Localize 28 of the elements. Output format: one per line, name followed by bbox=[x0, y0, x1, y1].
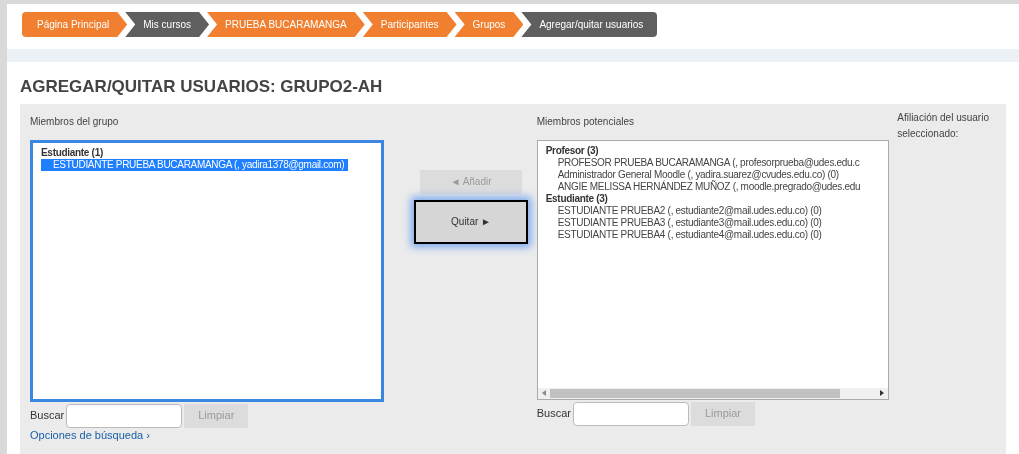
column-label: Miembros del grupo bbox=[30, 114, 120, 129]
list-option[interactable]: ESTUDIANTE PRUEBA4 (, estudiante4@mail.udes.edu.co) (0) bbox=[545, 228, 826, 241]
page-heading: AGREGAR/QUITAR USUARIOS: GRUPO2-AH bbox=[20, 76, 384, 98]
scroll-left-icon[interactable] bbox=[541, 390, 546, 396]
column-label: Miembros potenciales bbox=[536, 114, 635, 129]
scrollbar-thumb[interactable] bbox=[549, 388, 840, 398]
search-options-link[interactable]: Opciones de búsqueda › bbox=[30, 428, 150, 442]
member-list[interactable]: Estudiante (1) ESTUDIANTE PRUEBA BUCARAMANGA (, yadira1378@gmail.com) bbox=[30, 139, 384, 402]
search-label: Buscar bbox=[536, 406, 571, 422]
search-field[interactable] bbox=[572, 401, 689, 426]
search-field[interactable] bbox=[66, 403, 183, 428]
list-group-label: Estudiante (3) bbox=[545, 192, 608, 205]
list-group-label: Profesor (3) bbox=[545, 144, 599, 157]
breadcrumb-link[interactable]: Mis cursos bbox=[125, 12, 210, 37]
list-option[interactable]: ESTUDIANTE PRUEBA BUCARAMANGA (, yadira1378@gmail.com) bbox=[41, 158, 349, 171]
member-list[interactable] bbox=[536, 139, 889, 400]
affiliation-label: Afiliación del usuario seleccionado: bbox=[897, 110, 990, 141]
list-option[interactable]: Administrador General Moodle (, yadira.suarez@cvudes.edu.co) (0) bbox=[545, 168, 843, 181]
horizontal-scrollbar[interactable] bbox=[537, 387, 888, 399]
list-option[interactable]: ESTUDIANTE PRUEBA3 (, estudiante3@mail.udes.edu.co) (0) bbox=[545, 216, 826, 229]
move-button[interactable]: Quitar ► bbox=[416, 201, 527, 242]
scroll-right-icon[interactable] bbox=[879, 390, 884, 396]
list-group-label: Estudiante (1) bbox=[41, 146, 103, 159]
search-label: Buscar bbox=[30, 408, 65, 424]
list-option[interactable]: ANGIE MELISSA HERNÁNDEZ MUÑOZ (, moodle.pregrado@udes.edu bbox=[545, 180, 865, 193]
list-option[interactable]: PROFESOR PRUEBA BUCARAMANGA (, profesorprueba@udes.edu.c bbox=[545, 156, 864, 169]
breadcrumb-link[interactable]: Agregar/quitar usuarios bbox=[521, 12, 658, 37]
list-option[interactable]: ESTUDIANTE PRUEBA2 (, estudiante2@mail.udes.edu.co) (0) bbox=[545, 204, 826, 217]
